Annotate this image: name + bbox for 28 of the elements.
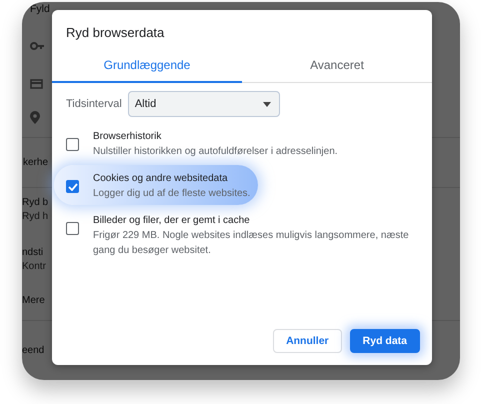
checkbox[interactable]: [66, 180, 79, 193]
settings-item: kerhe: [23, 157, 48, 168]
cancel-button[interactable]: Annuller: [273, 329, 342, 353]
tab[interactable]: Grundlæggende: [52, 50, 242, 83]
checkbox[interactable]: [66, 222, 79, 235]
field-label: Tidsinterval: [66, 98, 122, 110]
settings-item: eend: [22, 344, 44, 358]
location-pin-icon: [30, 111, 40, 124]
dropdown-arrow-icon: [262, 102, 271, 106]
option-description: Logger dig ud af de fleste websites.: [93, 187, 250, 201]
card-icon: [30, 79, 43, 89]
section-title: Fyld: [30, 3, 50, 15]
settings-item-description: Ryd h: [22, 210, 48, 224]
dialog-title: Ryd browserdata: [65, 24, 166, 42]
option-title: Browserhistorik: [93, 130, 162, 144]
checkbox[interactable]: [66, 138, 79, 151]
settings-item-description: Kontr: [22, 260, 46, 274]
settings-item: Mere: [22, 294, 45, 308]
settings-item: Ryd b: [22, 196, 48, 210]
tab[interactable]: Avanceret: [242, 50, 432, 83]
option-description: Nulstiller historikken og autofuldførelser i adresselinjen.: [93, 145, 338, 159]
option-title: Billeder og filer, der er gemt i cache: [93, 214, 251, 228]
settings-item: ndsti: [22, 246, 44, 260]
clear-data-button[interactable]: Ryd data: [350, 329, 420, 353]
key-icon: [30, 42, 44, 50]
time-range-dropdown[interactable]: Altid: [128, 91, 280, 117]
option-description: Frigør 229 MB. Nogle websites indlæses muligvis langsommere, næste gang du besøger websitet.: [93, 229, 410, 258]
option-title: Cookies og andre websitedata: [93, 172, 229, 186]
